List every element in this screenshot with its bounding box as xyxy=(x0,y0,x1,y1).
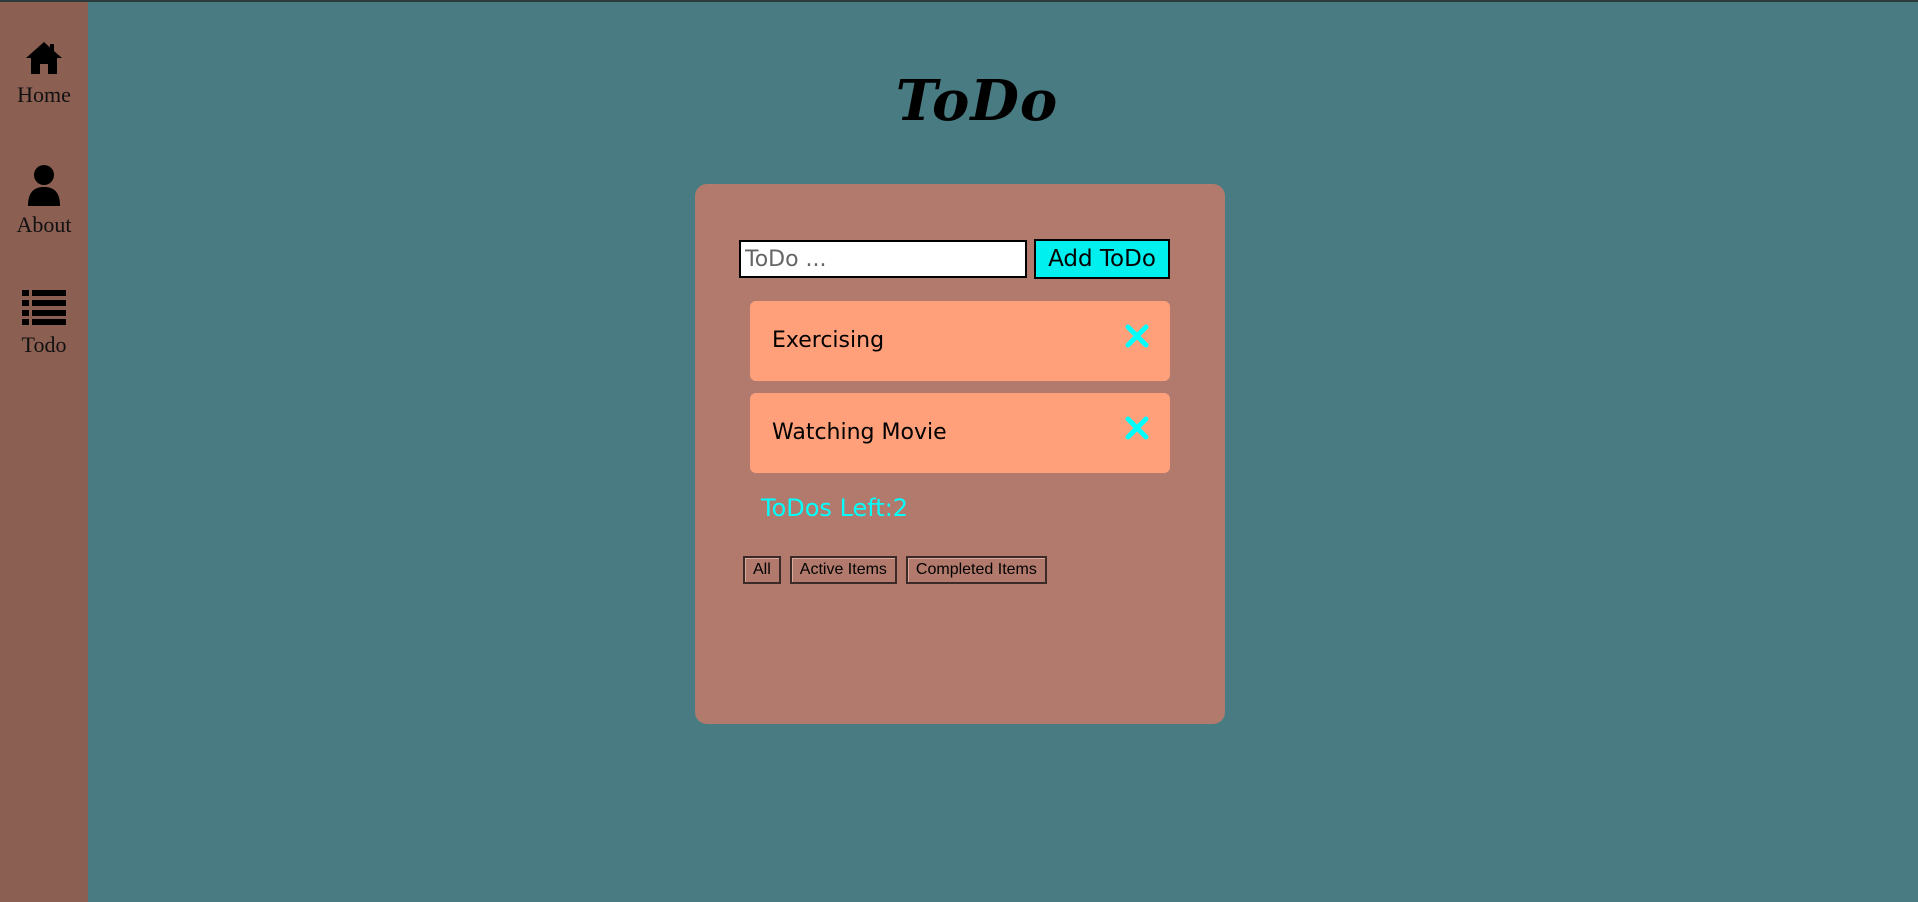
filter-active-button[interactable]: Active Items xyxy=(789,556,897,584)
top-border xyxy=(0,0,1918,2)
todo-list: Exercising Watching Movie xyxy=(750,301,1170,485)
add-todo-button[interactable]: Add ToDo xyxy=(1034,239,1170,279)
list-item: Watching Movie xyxy=(750,393,1170,473)
sidebar: Home About Todo xyxy=(0,2,88,902)
todo-card: Add ToDo Exercising Watching Movie ToDos… xyxy=(695,184,1225,724)
filter-all-button[interactable]: All xyxy=(743,556,781,584)
close-icon[interactable] xyxy=(1124,323,1150,349)
list-icon xyxy=(0,288,88,326)
filter-completed-button[interactable]: Completed Items xyxy=(905,556,1047,584)
list-item: Exercising xyxy=(750,301,1170,381)
sidebar-item-label: About xyxy=(16,212,72,237)
todos-left-counter: ToDos Left:2 xyxy=(761,494,909,522)
filter-bar: All Active Items Completed Items xyxy=(743,556,1047,584)
close-icon[interactable] xyxy=(1124,415,1150,441)
sidebar-item-todo[interactable]: Todo xyxy=(0,288,88,358)
sidebar-item-label: Todo xyxy=(21,332,67,357)
sidebar-item-about[interactable]: About xyxy=(0,164,88,238)
todo-input[interactable] xyxy=(739,240,1027,278)
todo-text: Watching Movie xyxy=(772,420,947,445)
page-title: ToDo xyxy=(895,68,1059,134)
user-icon xyxy=(0,164,88,206)
todo-text: Exercising xyxy=(772,328,885,353)
